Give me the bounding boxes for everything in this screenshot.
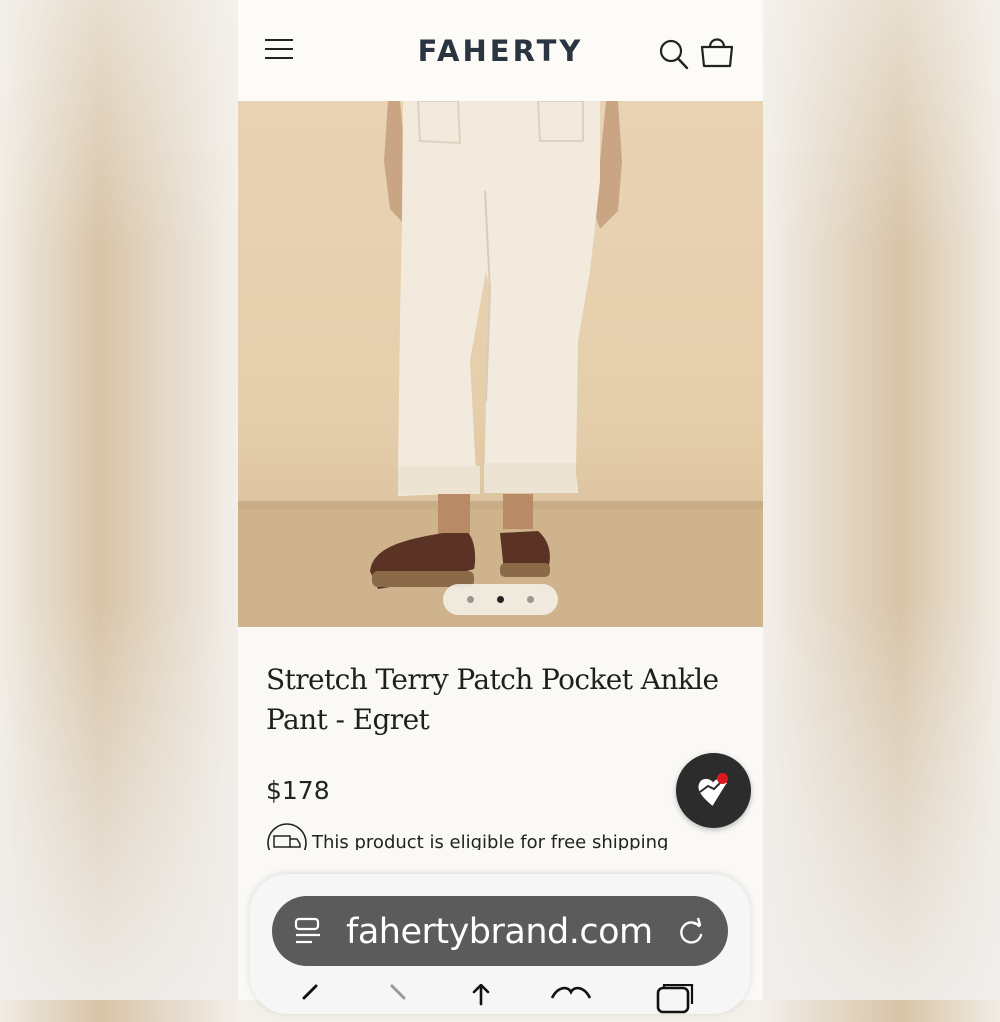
- tabs-icon[interactable]: [654, 984, 694, 1014]
- search-icon[interactable]: [659, 38, 689, 70]
- carousel-dot-3[interactable]: [527, 596, 534, 603]
- reader-view-icon[interactable]: [294, 917, 322, 947]
- favorites-button[interactable]: [676, 753, 751, 828]
- bookmarks-icon[interactable]: [550, 984, 592, 1014]
- site-header: FAHERTY: [238, 0, 763, 101]
- shipping-text: This product is eligible for free shippi…: [312, 832, 669, 850]
- shopping-bag-icon[interactable]: [700, 36, 734, 68]
- carousel-indicator: [443, 584, 558, 615]
- phone-screen: FAHERTY Stretch Terry Patch Pocket Ankle…: [238, 0, 763, 1000]
- browser-nav-row: [250, 982, 750, 1022]
- browser-toolbar: fahertybrand.com: [250, 874, 750, 1014]
- url-text[interactable]: fahertybrand.com: [346, 912, 653, 952]
- reload-icon[interactable]: [677, 917, 705, 947]
- address-bar[interactable]: fahertybrand.com: [272, 896, 728, 966]
- product-photo-illustration: [238, 101, 763, 627]
- forward-icon[interactable]: [386, 984, 410, 1014]
- carousel-dot-1[interactable]: [467, 596, 474, 603]
- back-icon[interactable]: [298, 984, 322, 1014]
- product-title: Stretch Terry Patch Pocket Ankle Pant - …: [266, 663, 719, 736]
- truck-icon: [267, 823, 307, 850]
- notification-badge: [717, 773, 728, 784]
- product-price: $178: [266, 776, 330, 805]
- product-image[interactable]: [238, 101, 763, 627]
- carousel-dot-2[interactable]: [497, 596, 504, 603]
- share-icon[interactable]: [466, 984, 496, 1014]
- shipping-info: This product is eligible for free shippi…: [266, 822, 736, 850]
